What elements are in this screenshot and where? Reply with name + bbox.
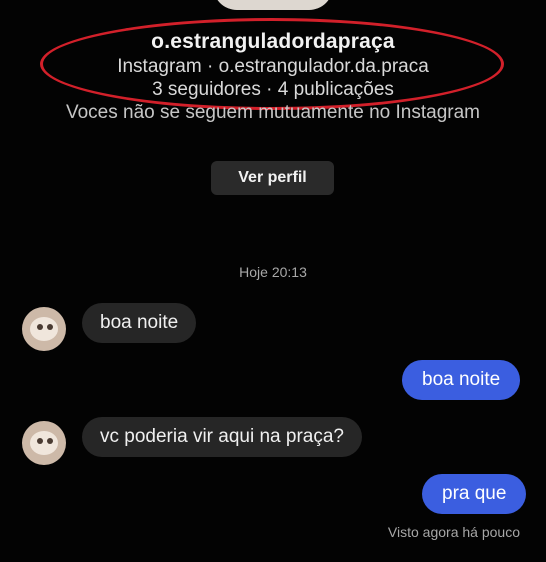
- sender-avatar[interactable]: [22, 421, 66, 465]
- highlight-oval: [40, 18, 504, 110]
- avatar-eye-icon: [37, 438, 43, 444]
- message-bubble-outgoing[interactable]: pra que: [422, 474, 527, 514]
- avatar-eye-icon: [37, 324, 43, 330]
- avatar-eye-icon: [47, 438, 53, 444]
- sender-avatar[interactable]: [22, 307, 66, 351]
- message-bubble-outgoing[interactable]: boa noite: [402, 360, 521, 400]
- avatar-face-icon: [30, 317, 58, 341]
- avatar-eye-icon: [47, 324, 53, 330]
- profile-avatar[interactable]: [213, 0, 333, 10]
- mutual-follow-notice: Voces não se seguem mutuamente no Instag…: [65, 102, 481, 123]
- avatar-face-icon: [30, 431, 58, 455]
- message-bubble-incoming[interactable]: boa noite: [82, 303, 197, 343]
- message-bubble-incoming[interactable]: vc poderia vir aqui na praça?: [82, 417, 362, 457]
- seen-status: Visto agora há pouco: [387, 524, 520, 540]
- chat-timestamp: Hoje 20:13: [239, 264, 307, 280]
- view-profile-button[interactable]: Ver perfil: [211, 161, 334, 195]
